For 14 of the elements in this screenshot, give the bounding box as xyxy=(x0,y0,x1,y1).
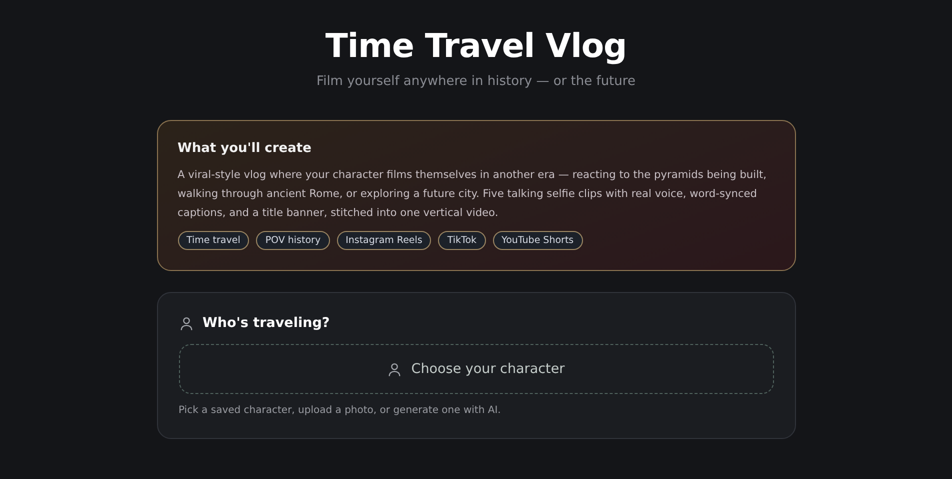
tag-chip: TikTok xyxy=(438,231,486,250)
tag-chip: Instagram Reels xyxy=(336,231,432,250)
tag-chip: YouTube Shorts xyxy=(492,231,583,250)
tag-chip: Time travel xyxy=(178,231,250,250)
person-icon xyxy=(178,316,194,330)
hint-text: Pick a saved character, upload a photo, or generate one with AI. xyxy=(178,405,502,416)
card-description: A viral-style vlog where your character films themselves in another era — reacting to the pyramids being built, walking through ancient Rome, or exploring a future city. Five talking selfie clips with real voice, word-synced captions, and a title banner, stitched into one vertical video. xyxy=(178,168,768,221)
choose-character-button[interactable]: Choose your character xyxy=(178,344,774,394)
person-icon xyxy=(387,362,402,376)
page-title: Time Travel Vlog xyxy=(325,26,627,66)
section-title: Who's traveling? xyxy=(202,315,330,331)
tag-chip: POV history xyxy=(256,231,330,250)
page-subtitle: Film yourself anywhere in history — or the future xyxy=(316,74,636,89)
card-title: What you'll create xyxy=(178,141,312,156)
